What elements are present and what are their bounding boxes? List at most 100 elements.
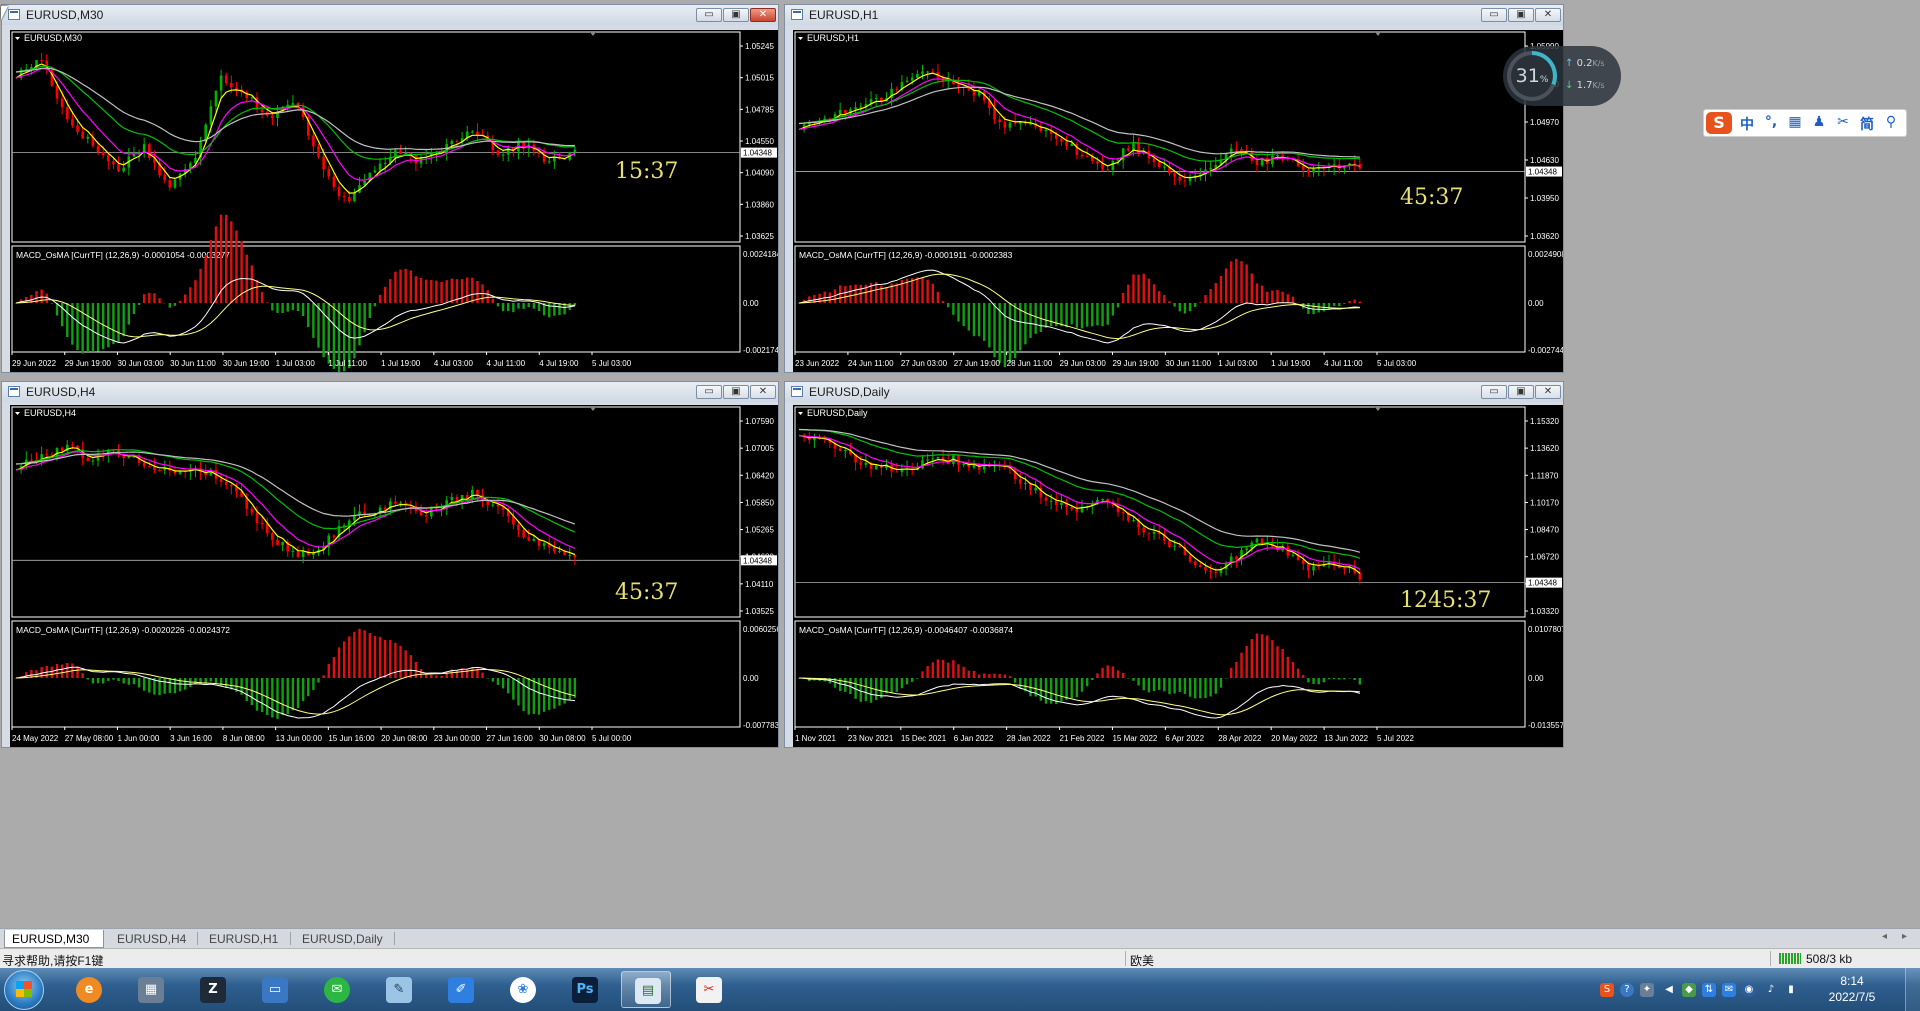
tab-eurusd-h1[interactable]: EURUSD,H1	[202, 930, 285, 948]
macd-histogram-bar	[435, 280, 438, 303]
macd-histogram-bar	[450, 278, 454, 303]
chart-window-h1[interactable]: EURUSD,H1 ▭ ▣ ✕ EURUSD,H1 MACD_OsMA [Curr…	[784, 4, 1564, 373]
security-tray-icon[interactable]: ◉	[1742, 983, 1756, 997]
taskbar-app-calculator[interactable]: ▦	[125, 971, 175, 1008]
ime-item[interactable]: 中	[1736, 114, 1758, 134]
candle-body	[476, 489, 479, 495]
tab-eurusd-h4[interactable]: EURUSD,H4	[110, 930, 193, 948]
candle-body	[926, 71, 929, 73]
restore-button[interactable]: ▣	[1508, 8, 1534, 22]
window-titlebar[interactable]: EURUSD,H1 ▭ ▣ ✕	[785, 5, 1563, 25]
macd-histogram-bar	[1111, 666, 1115, 678]
candle-body	[291, 550, 295, 552]
chart-window-daily[interactable]: EURUSD,Daily ▭ ▣ ✕ EURUSD,Daily MACD_OsMA…	[784, 381, 1564, 748]
chart-area[interactable]: EURUSD,H1 MACD_OsMA [CurrTF] (12,26,9) -0…	[793, 30, 1563, 372]
symbol-dropdown-icon[interactable]	[15, 412, 20, 415]
ime-item[interactable]: ▦	[1784, 114, 1806, 130]
sound-tray-icon[interactable]: ♪	[1764, 983, 1778, 997]
chart-area[interactable]: EURUSD,Daily MACD_OsMA [CurrTF] (12,26,9)…	[793, 405, 1563, 747]
macd-histogram-bar	[112, 678, 115, 680]
taskbar-app-metatrader[interactable]: ▤	[621, 971, 671, 1008]
minimize-button[interactable]: ▭	[696, 385, 722, 399]
taskbar-app-browser[interactable]: e	[63, 971, 113, 1008]
restore-button[interactable]: ▣	[723, 8, 749, 22]
candle-body	[430, 508, 433, 517]
taskbar-app-wechat[interactable]: ✉	[311, 971, 361, 1008]
status-divider	[1770, 951, 1771, 966]
macd-histogram-bar	[1116, 303, 1120, 308]
start-button[interactable]	[4, 970, 44, 1010]
sogou-tray-icon[interactable]: S	[1600, 983, 1614, 997]
time-tick-label: 1 Jul 03:00	[1218, 359, 1258, 368]
chart-area[interactable]: EURUSD,M30 MACD_OsMA [CurrTF] (12,26,9) -…	[10, 30, 778, 372]
ime-item[interactable]: 简	[1856, 114, 1878, 134]
window-titlebar[interactable]: EURUSD,M30 ▭ ▣ ✕	[2, 5, 778, 25]
cpu-ring: 31%	[1507, 51, 1557, 101]
window-titlebar[interactable]: EURUSD,H4 ▭ ▣ ✕	[2, 382, 778, 402]
candle-body	[373, 170, 377, 173]
candle-body	[86, 136, 90, 139]
time-tick-label: 4 Jul 11:00	[1324, 359, 1363, 368]
macd-histogram-bar	[281, 678, 284, 716]
network-tray-icon[interactable]: ▮	[1784, 983, 1798, 997]
candle-body	[471, 489, 474, 500]
macd-histogram-bar	[173, 303, 177, 306]
restore-button[interactable]: ▣	[723, 385, 749, 399]
taskbar-app-editor[interactable]: ✐	[435, 971, 485, 1008]
volume-tray-icon[interactable]: ◀	[1662, 983, 1676, 997]
help-tray-icon[interactable]: ?	[1620, 983, 1634, 997]
restore-button[interactable]: ▣	[1508, 385, 1534, 399]
sogou-logo-icon[interactable]: S	[1706, 112, 1732, 134]
ime-toolbar[interactable]: S 中 °, ▦ ♟ ✂ 简 ⚲	[1703, 109, 1907, 137]
time-tick-label: 23 Jun 00:00	[434, 734, 481, 743]
symbol-dropdown-icon[interactable]	[15, 37, 20, 40]
chart-window-m30[interactable]: EURUSD,M30 ▭ ▣ ✕ EURUSD,M30 MACD_OsMA [Cu…	[1, 4, 779, 373]
tabs-scroll-left-icon[interactable]: ◂	[1882, 931, 1887, 942]
minimize-button[interactable]: ▭	[1481, 8, 1507, 22]
minimize-button[interactable]: ▭	[696, 8, 722, 22]
taskbar-app-notes[interactable]: ✎	[373, 971, 423, 1008]
taskbar-app-desktop[interactable]: ▭	[249, 971, 299, 1008]
close-button[interactable]: ✕	[750, 385, 776, 399]
network-speed-widget[interactable]: 31% ↑ 0.2K/s ↓ 1.7K/s	[1503, 46, 1621, 106]
tab-eurusd-m30[interactable]: EURUSD,M30	[4, 930, 104, 948]
ime-item[interactable]: ♟	[1808, 114, 1830, 130]
profile-name[interactable]: 欧美	[1130, 952, 1154, 969]
macd-histogram-bar	[1240, 652, 1243, 678]
macd-histogram-bar	[1348, 301, 1351, 303]
close-button[interactable]: ✕	[1535, 385, 1561, 399]
candle-body	[347, 520, 351, 526]
chart-area[interactable]: EURUSD,H4 MACD_OsMA [CurrTF] (12,26,9) -0…	[10, 405, 778, 747]
settings-tray-icon[interactable]: ✦	[1640, 983, 1654, 997]
ime-item[interactable]: °,	[1760, 114, 1782, 130]
close-button[interactable]: ✕	[750, 8, 776, 22]
ime-item[interactable]: ⚲	[1880, 114, 1902, 130]
tab-eurusd-daily[interactable]: EURUSD,Daily	[295, 930, 390, 948]
macd-histogram-bar	[1219, 678, 1223, 688]
clock[interactable]: 8:14 2022/7/5	[1815, 973, 1889, 1005]
candle-body	[1163, 166, 1166, 168]
connection-bars-icon[interactable]	[1779, 953, 1801, 964]
ime-item[interactable]: ✂	[1832, 114, 1854, 130]
macd-histogram-bar	[353, 631, 356, 678]
minimize-button[interactable]: ▭	[1481, 385, 1507, 399]
chat-tray-icon[interactable]: ✉	[1722, 983, 1736, 997]
time-tick-label: 3 Jun 16:00	[170, 734, 212, 743]
tabs-scroll-right-icon[interactable]: ▸	[1902, 931, 1907, 942]
symbol-dropdown-icon[interactable]	[798, 37, 803, 40]
taskbar-app-baidu[interactable]: ❀	[497, 971, 547, 1008]
close-button[interactable]: ✕	[1535, 8, 1561, 22]
restore-icon: ▣	[1516, 9, 1526, 20]
candle-body	[838, 109, 842, 115]
update-tray-icon[interactable]: ⇅	[1702, 983, 1716, 997]
chart-window-h4[interactable]: EURUSD,H4 ▭ ▣ ✕ EURUSD,H4 MACD_OsMA [Curr…	[1, 381, 779, 748]
taskbar-app-snipping[interactable]: ✂	[683, 971, 733, 1008]
symbol-dropdown-icon[interactable]	[798, 412, 803, 415]
show-desktop-button[interactable]	[1905, 968, 1920, 1011]
macd-histogram-bar	[101, 303, 105, 350]
shield-tray-icon[interactable]: ◆	[1682, 983, 1696, 997]
price-chart-svg: EURUSD,H1 MACD_OsMA [CurrTF] (12,26,9) -0…	[794, 31, 1563, 368]
taskbar-app-terminal[interactable]: Z	[187, 971, 237, 1008]
window-titlebar[interactable]: EURUSD,Daily ▭ ▣ ✕	[785, 382, 1563, 402]
taskbar-app-photoshop[interactable]: Ps	[559, 971, 609, 1008]
